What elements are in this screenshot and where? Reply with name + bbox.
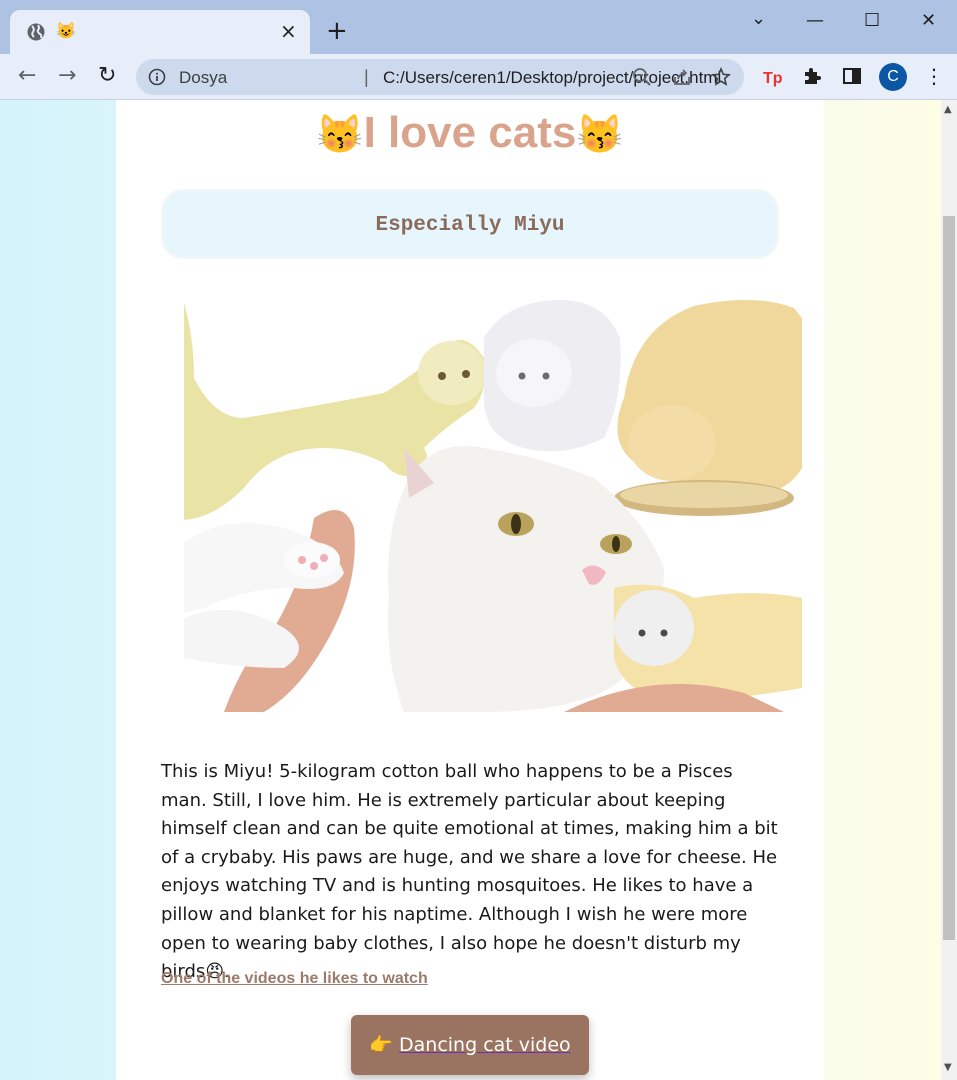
window-close-button[interactable]: ✕ xyxy=(921,10,936,31)
tab-close-button[interactable]: × xyxy=(280,21,297,41)
svg-text:Tp: Tp xyxy=(763,70,783,87)
kissing-cat-emoji-right: 😽 xyxy=(576,114,624,156)
cat-white-crouching xyxy=(484,299,621,452)
side-panel-icon[interactable] xyxy=(842,66,862,86)
forward-button[interactable]: → xyxy=(58,64,76,88)
url-text[interactable]: C:/Users/ceren1/Desktop/project/project.… xyxy=(383,68,721,88)
address-separator: | xyxy=(364,67,369,87)
scroll-up-arrow-icon[interactable]: ▲ xyxy=(944,104,952,115)
info-icon[interactable] xyxy=(148,68,166,86)
tab-search-chevron-down-icon[interactable]: ⌄ xyxy=(751,8,766,29)
tab-strip: 😺 × + ⌄ — ☐ ✕ xyxy=(0,0,957,54)
profile-avatar[interactable]: C xyxy=(879,63,907,91)
scrollbar-thumb[interactable] xyxy=(943,216,955,940)
browser-toolbar: ← → ↻ Dosya | C:/Users/ceren1/Desktop/pr… xyxy=(0,54,957,100)
page-title: 😽I love cats😽 xyxy=(116,108,824,158)
videos-link[interactable]: One of the videos he likes to watch xyxy=(161,970,428,988)
browser-tab[interactable]: 😺 × xyxy=(10,10,310,54)
cat-description: This is Miyu! 5-kilogram cotton ball who… xyxy=(161,761,778,983)
subtitle-box: Especially Miyu xyxy=(161,189,779,259)
translate-extension-icon[interactable]: Tp xyxy=(762,66,784,88)
zoom-icon[interactable] xyxy=(632,67,652,87)
title-text: I love cats xyxy=(363,108,577,157)
chrome-menu-icon[interactable]: ⋮ xyxy=(924,64,944,88)
page-viewport: 😽I love cats😽 Especially Miyu This is Mi… xyxy=(0,100,941,1080)
bookmark-star-icon[interactable] xyxy=(711,67,731,87)
share-icon[interactable] xyxy=(672,67,692,87)
maximize-button[interactable]: ☐ xyxy=(864,10,880,31)
vertical-scrollbar[interactable]: ▲ ▼ xyxy=(941,100,957,1080)
reload-button[interactable]: ↻ xyxy=(98,64,116,88)
video-button-label: Dancing cat video xyxy=(399,1034,571,1056)
cat-collage-image xyxy=(184,298,802,712)
new-tab-button[interactable]: + xyxy=(326,18,348,44)
minimize-button[interactable]: — xyxy=(806,10,824,31)
site-name: Dosya xyxy=(179,68,228,87)
address-bar[interactable]: Dosya | C:/Users/ceren1/Desktop/project/… xyxy=(136,59,744,95)
kissing-cat-emoji-left: 😽 xyxy=(316,114,364,156)
dancing-cat-video-button[interactable]: 👉 Dancing cat video xyxy=(351,1015,589,1075)
scroll-down-arrow-icon[interactable]: ▼ xyxy=(944,1062,952,1073)
subtitle: Especially Miyu xyxy=(375,214,565,237)
content-card: 😽I love cats😽 Especially Miyu This is Mi… xyxy=(116,100,824,1080)
pointing-hand-icon: 👉 xyxy=(369,1034,393,1056)
tab-favicon: 😺 xyxy=(56,23,76,40)
back-button[interactable]: ← xyxy=(18,64,36,88)
globe-icon xyxy=(27,23,45,41)
extensions-puzzle-icon[interactable] xyxy=(802,66,822,86)
